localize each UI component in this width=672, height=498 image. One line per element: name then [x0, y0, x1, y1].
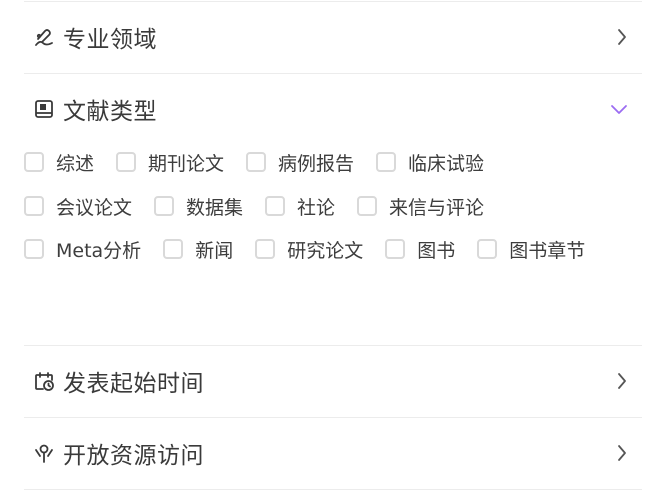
checkbox[interactable] — [477, 239, 498, 259]
divider-2 — [24, 345, 642, 346]
checkbox[interactable] — [246, 152, 267, 172]
divider-top — [24, 1, 642, 2]
checkbox[interactable] — [154, 196, 175, 216]
section-expertise-title: 专业领域 — [63, 27, 157, 53]
checkbox[interactable] — [265, 196, 286, 216]
option-book[interactable]: 图书 — [385, 236, 455, 263]
checkbox[interactable] — [255, 239, 276, 259]
chevron-right-icon[interactable] — [616, 372, 628, 390]
filter-panel: 专业领域 文献类型 综述 期刊论文 病例报告 临床试验 会议论文 数据集 社论 … — [0, 0, 672, 498]
writing-hand-icon — [32, 25, 56, 49]
chevron-right-icon[interactable] — [616, 28, 628, 46]
section-open-access-title: 开放资源访问 — [63, 443, 204, 469]
open-access-icon — [32, 441, 56, 465]
checkbox[interactable] — [24, 196, 44, 216]
chevron-right-icon[interactable] — [616, 444, 628, 462]
option-meta-analysis[interactable]: Meta分析 — [24, 236, 141, 263]
option-letter-comment[interactable]: 来信与评论 — [357, 193, 484, 220]
section-pub-date-header[interactable]: 发表起始时间 — [24, 361, 642, 401]
section-expertise-header[interactable]: 专业领域 — [24, 17, 642, 57]
section-doc-type-title: 文献类型 — [63, 99, 157, 125]
option-clinical-trial[interactable]: 临床试验 — [376, 149, 484, 176]
checkbox[interactable] — [385, 239, 406, 259]
section-pub-date-title: 发表起始时间 — [63, 371, 204, 397]
checkbox[interactable] — [357, 196, 378, 216]
option-editorial[interactable]: 社论 — [265, 193, 335, 220]
chevron-down-icon[interactable] — [610, 103, 628, 115]
option-dataset[interactable]: 数据集 — [154, 193, 243, 220]
checkbox[interactable] — [376, 152, 397, 172]
option-conference-paper[interactable]: 会议论文 — [24, 193, 132, 220]
option-research-article[interactable]: 研究论文 — [255, 236, 363, 263]
divider-1 — [24, 73, 642, 74]
doc-type-options-row-2: 会议论文 数据集 社论 来信与评论 — [24, 192, 506, 220]
calendar-clock-icon — [32, 369, 56, 393]
divider-3 — [24, 417, 642, 418]
doc-type-options-row-1: 综述 期刊论文 病例报告 临床试验 — [24, 148, 506, 176]
checkbox[interactable] — [24, 152, 44, 172]
option-journal-article[interactable]: 期刊论文 — [116, 149, 224, 176]
book-icon — [32, 97, 56, 121]
divider-bottom — [24, 489, 642, 490]
doc-type-options-row-3: Meta分析 新闻 研究论文 图书 图书章节 — [24, 235, 607, 263]
section-open-access-header[interactable]: 开放资源访问 — [24, 433, 642, 473]
option-book-chapter[interactable]: 图书章节 — [477, 236, 585, 263]
option-case-report[interactable]: 病例报告 — [246, 149, 354, 176]
checkbox[interactable] — [24, 239, 44, 259]
option-news[interactable]: 新闻 — [163, 236, 233, 263]
section-doc-type-header[interactable]: 文献类型 — [24, 89, 642, 129]
checkbox[interactable] — [116, 152, 137, 172]
checkbox[interactable] — [163, 239, 184, 259]
option-review[interactable]: 综述 — [24, 149, 94, 176]
